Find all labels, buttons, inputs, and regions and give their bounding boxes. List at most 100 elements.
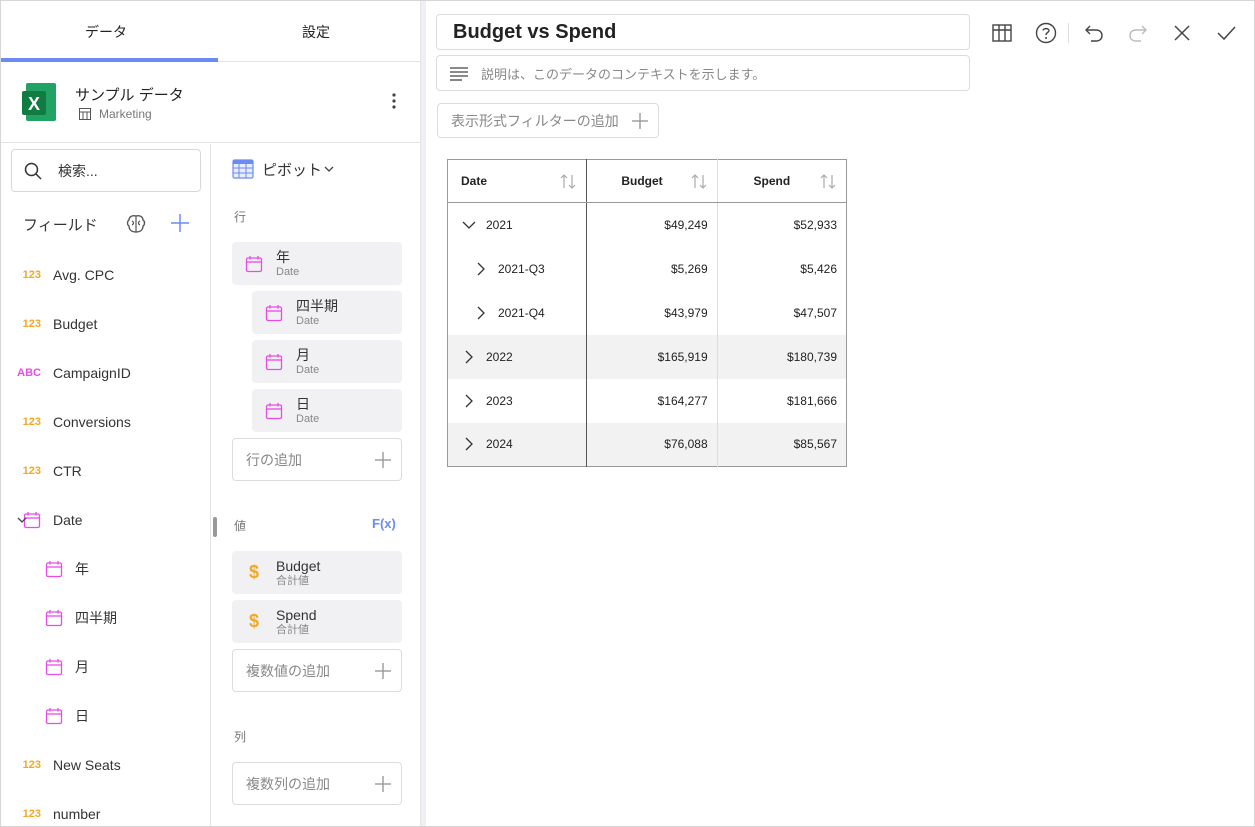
grid-view-icon[interactable] [990,21,1014,45]
chevron-right-icon[interactable] [462,437,476,451]
row-chip-quarter[interactable]: 四半期 Date [252,291,402,334]
values-section-label: 値 [234,519,247,533]
add-value-button[interactable]: 複数値の追加 [232,649,402,692]
row-chip-month[interactable]: 月 Date [252,340,402,383]
columns-section-label: 列 [234,730,247,744]
spend-cell: $5,426 [800,261,837,276]
fields-panel: フィールド 123 Avg. CPC 123 Budget ABC CampaignI… [1,144,211,826]
value-chip-spend[interactable]: $ Spend 合計値 [232,600,402,643]
pivot-table-icon [232,159,254,179]
chevron-right-icon[interactable] [462,350,476,364]
dollar-icon: $ [248,611,259,631]
sort-icon[interactable] [820,173,836,190]
table-row: 2021-Q4 $43,979 $47,507 [447,290,847,335]
active-tab-indicator [1,58,218,62]
field-item-number[interactable]: 123 number [1,789,209,826]
field-item-new-seats[interactable]: 123 New Seats [1,740,209,789]
row-chip-day[interactable]: 日 Date [252,389,402,432]
budget-cell: $164,277 [586,378,718,423]
sort-icon[interactable] [691,173,707,190]
calendar-icon [265,304,283,321]
chip-name: Spend [276,606,317,623]
field-label: New Seats [53,756,121,773]
plus-icon [375,776,391,792]
formula-button[interactable]: F(x) [372,516,396,531]
row-label: 2022 [486,349,513,364]
visualization-title-input[interactable]: Budget vs Spend [436,14,970,50]
search-box [11,149,201,192]
add-row-button[interactable]: 行の追加 [232,438,402,481]
chip-name: Budget [276,557,321,574]
add-value-label: 複数値の追加 [246,662,330,679]
add-filter-button[interactable]: 表示形式フィルターの追加 [437,103,659,138]
field-item-avg-cpc[interactable]: 123 Avg. CPC [1,250,209,299]
chip-sub: 合計値 [276,574,309,587]
description-input[interactable]: 説明は、このデータのコンテキストを示します。 [436,55,970,91]
add-column-button[interactable]: 複数列の追加 [232,762,402,805]
field-item-day[interactable]: 日 [1,691,209,740]
panel-tabs: データ 設定 [1,1,420,62]
chip-sub: Date [296,412,320,425]
chip-sub: Date [276,265,300,278]
table-icon [79,108,91,120]
visualization-selector[interactable]: ピボット [232,158,334,180]
chevron-right-icon[interactable] [462,394,476,408]
table-row: 2021 $49,249 $52,933 [447,202,847,247]
field-label: CampaignID [53,364,131,381]
spend-cell: $85,567 [717,422,847,467]
field-label: Budget [53,315,98,332]
help-icon[interactable] [1034,21,1058,45]
add-field-icon[interactable] [170,213,190,233]
row-label: 2024 [486,437,513,452]
sheet-name: Marketing [99,107,152,121]
value-chip-budget[interactable]: $ Budget 合計値 [232,551,402,594]
field-item-month[interactable]: 月 [1,642,209,691]
field-item-year[interactable]: 年 [1,544,209,593]
chevron-down-icon[interactable] [17,515,27,525]
column-header-budget[interactable]: Budget [586,159,718,203]
chevron-down-icon[interactable] [462,218,476,232]
datasource-header: X サンプル データ Marketing [1,63,420,143]
brain-icon[interactable] [125,213,147,235]
chip-name: 日 [296,395,310,412]
field-item-date[interactable]: Date [1,495,209,544]
field-item-quarter[interactable]: 四半期 [1,593,209,642]
field-label: 四半期 [75,609,117,626]
number-type-icon: 123 [22,464,41,477]
field-item-ctr[interactable]: 123 CTR [1,446,209,495]
column-header-spend[interactable]: Spend [717,159,847,203]
grid-header-row: Date Budget Spend [447,159,847,203]
field-item-budget[interactable]: 123 Budget [1,299,209,348]
spend-cell: $181,666 [786,393,837,408]
chevron-right-icon[interactable] [474,306,488,320]
number-type-icon: 123 [22,807,41,820]
field-item-campaignid[interactable]: ABC CampaignID [1,348,209,397]
plus-icon [632,113,648,129]
tab-data[interactable]: データ [1,1,211,62]
sort-icon[interactable] [560,173,576,190]
calendar-icon [245,255,263,272]
pivot-panel: ピボット 行 年 Date 四半期 Date 月 Date 日 Date 行の追加 値 … [212,144,420,826]
search-icon [24,162,42,180]
toolbar-separator [1068,23,1069,43]
row-chip-year[interactable]: 年 Date [232,242,402,285]
check-icon[interactable] [1214,21,1238,45]
field-item-conversions[interactable]: 123 Conversions [1,397,209,446]
more-options-icon[interactable] [388,91,400,111]
spend-cell: $180,739 [717,334,847,379]
chevron-right-icon[interactable] [474,262,488,276]
row-label: 2021-Q4 [498,305,545,320]
datasource-sheet: Marketing [79,107,152,121]
budget-cell: $43,979 [586,290,718,335]
undo-icon[interactable] [1082,21,1106,45]
add-row-label: 行の追加 [246,451,302,468]
pivot-grid: Date Budget Spend 2021 $49,249 $52,933 2… [447,159,847,467]
budget-cell: $165,919 [586,334,718,379]
chip-sub: Date [296,363,320,376]
row-label: 2021 [486,217,513,232]
tab-settings[interactable]: 設定 [211,1,420,62]
search-input[interactable] [58,162,178,179]
column-header-date[interactable]: Date [447,159,588,203]
close-icon[interactable] [1170,21,1194,45]
redo-icon[interactable] [1126,21,1150,45]
